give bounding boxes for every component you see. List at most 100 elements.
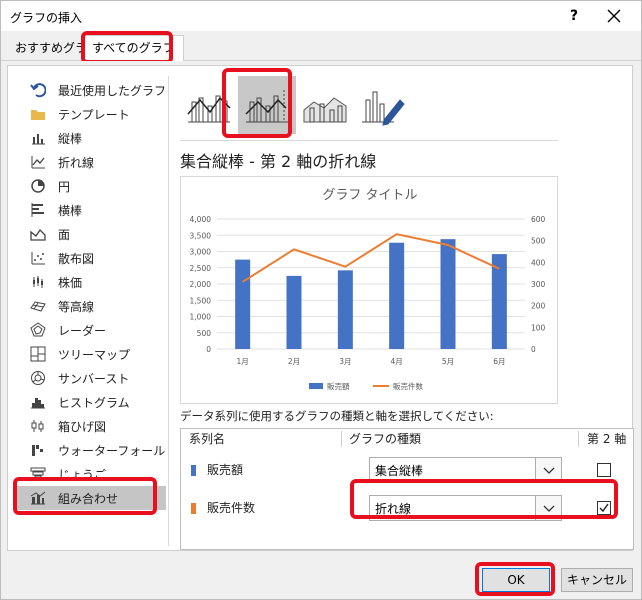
chart-type-list: 最近使用したグラフ テンプレート 縦棒折れ線円横棒面散布図 株価等高線レーダーツリーマ…: [16, 78, 166, 510]
bar: [389, 242, 405, 349]
series-color-swatch: [191, 465, 196, 476]
header-secondary-axis: 第 2 軸: [587, 432, 627, 446]
clustered-column-line-icon: [187, 95, 231, 123]
chart-title: グラフ タイトル: [322, 188, 417, 203]
undo-icon: [30, 82, 47, 98]
sidebar-item-line-chart[interactable]: 折れ線: [16, 150, 166, 174]
bar: [235, 259, 251, 349]
chevron-down-icon: [543, 467, 555, 474]
x-tick-label: 6月: [493, 357, 505, 366]
chart-panel: 最近使用したグラフ テンプレート 縦棒 折れ線円横棒面散布図 株価 等高線 レーダー ツリーマ…: [7, 65, 634, 551]
close-button[interactable]: [597, 4, 631, 28]
custom-combination-option[interactable]: [354, 76, 412, 134]
pie-chart-icon: [30, 178, 46, 194]
header-separator: [578, 431, 579, 447]
series-name: 販売額: [207, 463, 244, 477]
series-color-swatch: [191, 503, 196, 514]
y-tick-label: 0: [206, 345, 211, 354]
funnel-chart-icon: [30, 466, 46, 482]
sidebar-item-stock-chart[interactable]: 株価: [16, 270, 166, 294]
select-value: 折れ線: [375, 502, 412, 516]
secondary-axis-checkbox-count[interactable]: [597, 501, 611, 515]
content-area: 最近使用したグラフ テンプレート 縦棒 折れ線円横棒面散布図 株価 等高線 レーダー ツリーマ…: [1, 61, 641, 556]
sidebar-item-label: 組み合わせ: [58, 491, 119, 506]
sidebar-item-combo-chart[interactable]: 組み合わせ: [16, 486, 166, 510]
series-name: 販売件数: [207, 501, 256, 515]
close-icon: [607, 9, 621, 23]
title-bar: グラフの挿入 ?: [1, 1, 641, 31]
ok-button[interactable]: OK: [482, 568, 550, 592]
histogram-chart-icon: [30, 394, 46, 410]
clustered-column-line-option[interactable]: [180, 76, 238, 134]
sidebar-item-label: ヒストグラム: [58, 395, 130, 410]
header-chart-type: グラフの種類: [349, 432, 422, 446]
sidebar-item-area-chart[interactable]: 面: [16, 222, 166, 246]
combo-chart-icon: [30, 490, 46, 506]
sidebar-item-histogram-chart[interactable]: ヒストグラム: [16, 390, 166, 414]
line-series: [242, 233, 500, 283]
sidebar-item-label: サンバースト: [58, 371, 130, 386]
legend-label: 販売件数: [393, 381, 423, 391]
chevron-down-icon: [543, 505, 555, 512]
chart-preview: グラフ タイトル 0 500 1,000 1,500 2,000 2,500 3,000 3,5…: [180, 176, 558, 404]
bar: [286, 275, 302, 349]
sidebar-item-label: 等高線: [58, 299, 95, 314]
clustered-column-line-secondary-axis-icon: [245, 90, 288, 123]
tab-all-charts[interactable]: すべてのグラフ: [83, 35, 184, 62]
sidebar-item-sunburst-chart[interactable]: サンバースト: [16, 366, 166, 390]
sidebar-item-label: 横棒: [58, 203, 83, 218]
select-value: 集合縦棒: [375, 464, 424, 478]
y-tick-label: 2,000: [190, 280, 212, 289]
sidebar-item-surface-chart[interactable]: 等高線: [16, 294, 166, 318]
y-tick-label: 1,000: [190, 313, 212, 322]
cancel-button[interactable]: キャンセル: [561, 568, 633, 592]
chart-type-select-count[interactable]: 折れ線: [369, 495, 562, 521]
sidebar-item-folder[interactable]: テンプレート: [16, 102, 166, 126]
y2-tick-label: 400: [531, 258, 546, 267]
chart-type-select-sales[interactable]: 集合縦棒: [369, 457, 562, 483]
header-separator: [341, 431, 342, 447]
secondary-axis-checkbox-sales[interactable]: [597, 463, 611, 477]
dropdown-button[interactable]: [535, 458, 561, 482]
sidebar-item-box-whisker-chart[interactable]: 箱ひげ図: [16, 414, 166, 438]
sidebar-item-undo[interactable]: 最近使用したグラフ: [16, 78, 166, 102]
sidebar-item-waterfall-chart[interactable]: ウォーターフォール: [16, 438, 166, 462]
sidebar-item-scatter-chart[interactable]: 散布図: [16, 246, 166, 270]
sidebar-item-label: 最近使用したグラフ: [58, 83, 167, 98]
bar-chart-icon: [30, 202, 46, 218]
bar: [440, 239, 456, 349]
y2-tick-label: 0: [531, 345, 536, 354]
y-tick-label: 2,500: [190, 264, 212, 273]
folder-icon: [30, 106, 46, 122]
clustered-column-line-secondary-option[interactable]: [238, 76, 296, 134]
radar-chart-icon: [30, 322, 46, 338]
dropdown-button[interactable]: [535, 496, 561, 520]
x-tick-label: 5月: [442, 357, 454, 366]
x-tick-label: 2月: [288, 357, 300, 366]
series-row-count: 販売件数 折れ線: [181, 489, 633, 527]
sidebar-item-label: 面: [58, 227, 71, 242]
y2-tick-label: 600: [531, 215, 546, 224]
y2-tick-label: 500: [531, 237, 546, 246]
sidebar-item-label: テンプレート: [58, 107, 130, 122]
dialog-footer: OK キャンセル: [1, 556, 641, 599]
stacked-area-clustered-column-icon: [303, 97, 347, 123]
custom-combination-icon: [362, 91, 405, 126]
series-table: 系列名 グラフの種類 第 2 軸 販売額 集合縦棒 販売件数 折れ線: [180, 428, 634, 550]
sidebar-item-radar-chart[interactable]: レーダー: [16, 318, 166, 342]
sidebar-item-funnel-chart[interactable]: じょうご: [16, 462, 166, 486]
stock-chart-icon: [30, 274, 46, 290]
sidebar-item-label: ツリーマップ: [58, 347, 131, 362]
instruction-text: データ系列に使用するグラフの種類と軸を選択してください:: [180, 409, 494, 423]
sidebar-item-column-chart[interactable]: 縦棒: [16, 126, 166, 150]
x-tick-label: 4月: [391, 357, 403, 366]
sidebar-item-label: 縦棒: [58, 131, 83, 146]
column-chart-icon: [30, 130, 46, 146]
y-tick-label: 1,500: [190, 296, 212, 305]
help-button[interactable]: ?: [559, 4, 589, 28]
sidebar-item-pie-chart[interactable]: 円: [16, 174, 166, 198]
sidebar-item-bar-chart[interactable]: 横棒: [16, 198, 166, 222]
sidebar-item-treemap-chart[interactable]: ツリーマップ: [16, 342, 166, 366]
stacked-area-column-option[interactable]: [296, 76, 354, 134]
sidebar-item-label: ウォーターフォール: [58, 443, 166, 458]
